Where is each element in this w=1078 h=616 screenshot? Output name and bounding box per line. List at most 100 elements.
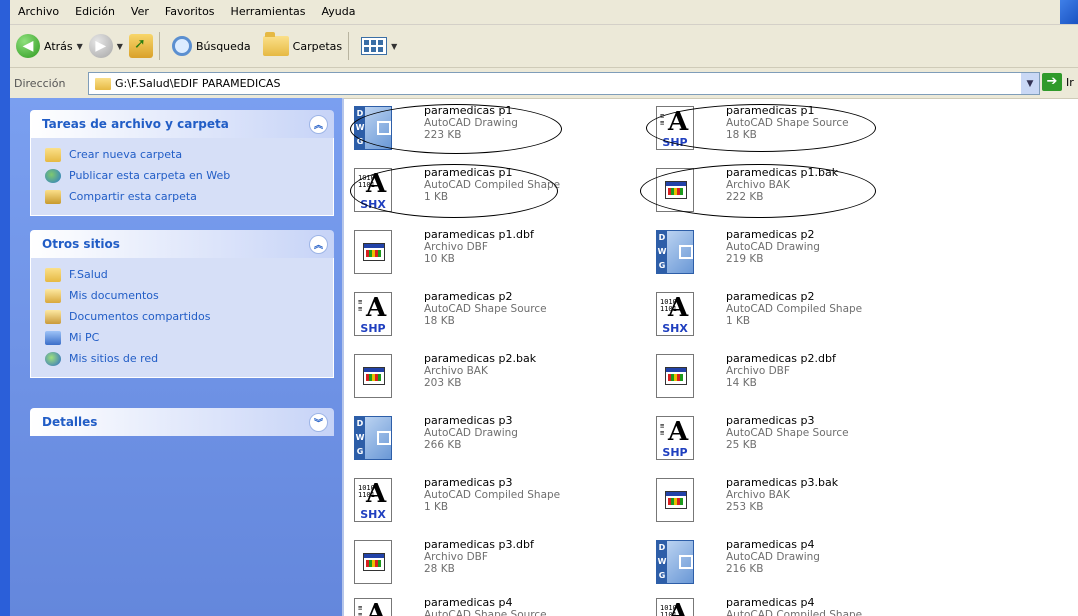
search-label: Búsqueda [195,39,251,53]
shx-icon: 10101101ASHX [656,598,694,616]
file-type: Archivo DBF [424,241,488,253]
views-icon [361,37,388,55]
up-folder-button[interactable] [128,29,153,63]
toolbar-separator [158,32,160,60]
windows-logo-icon [1060,0,1078,24]
file-item[interactable]: paramedicas p3.dbf Archivo DBF 28 KB [350,538,650,596]
menu-ayuda[interactable]: Ayuda [313,0,363,24]
file-size: 203 KB [424,377,462,389]
file-item[interactable]: D W G paramedicas p3 AutoCAD Drawing 266… [350,414,650,472]
shx-icon: 10101101ASHX [656,292,694,336]
place-fsalud[interactable]: F.Salud [31,264,333,285]
task-share-folder[interactable]: Compartir esta carpeta [31,186,333,207]
file-item[interactable]: paramedicas p2.dbf Archivo DBF 14 KB [652,352,952,410]
file-size: 219 KB [726,253,764,265]
menu-ver[interactable]: Ver [123,0,157,24]
menu-edicion[interactable]: Edición [67,0,123,24]
views-button[interactable]: ▼ [361,29,397,63]
shp-icon: ≡≡ASHP [354,598,392,616]
file-item[interactable]: paramedicas p3.bak Archivo BAK 253 KB [652,476,952,534]
network-places-icon [45,351,61,366]
annotation-ellipse [646,104,876,152]
folder-icon [45,267,61,282]
file-size: 216 KB [726,563,764,575]
task-label: Publicar esta carpeta en Web [69,169,231,182]
annotation-ellipse [640,164,876,218]
views-dropdown-icon[interactable]: ▼ [391,42,397,51]
place-label: Mis sitios de red [69,352,159,365]
menu-favoritos[interactable]: Favoritos [157,0,223,24]
file-type: AutoCAD Compiled Shape [726,303,863,315]
dbf-icon [656,354,694,398]
file-item[interactable]: ≡ ≡ A SHP paramedicas p2 AutoCAD Shape Sour… [350,290,650,348]
back-button[interactable]: ◀ Atrás ▼ [16,29,83,63]
other-places-header[interactable]: Otros sitios ︽ [30,230,334,258]
standard-toolbar: ◀ Atrás ▼ ▶ ▼ Búsqueda Carpetas ▼ [10,25,1078,68]
task-label: Compartir esta carpeta [69,190,197,203]
address-input[interactable]: G:\F.Salud\EDIF PARAMEDICAS ▼ [88,72,1040,95]
file-item[interactable]: paramedicas p1.dbf Archivo DBF 10 KB [350,228,650,286]
details-title: Detalles [42,415,98,429]
back-arrow-icon: ◀ [16,34,40,58]
file-type: AutoCAD Compiled Shape [726,609,863,616]
collapse-icon[interactable]: ︽ [309,235,328,254]
collapse-icon[interactable]: ︽ [309,115,328,134]
file-item[interactable]: ≡ ≡ A SHP paramedicas p3 AutoCAD Shape Sour… [652,414,952,472]
file-type: AutoCAD Shape Source [424,303,547,315]
publish-web-icon [45,168,61,183]
file-name: paramedicas p3.dbf [424,538,534,551]
task-new-folder[interactable]: Crear nueva carpeta [31,144,333,165]
file-size: 10 KB [424,253,455,265]
menu-archivo[interactable]: Archivo [10,0,67,24]
file-name: paramedicas p2.dbf [726,352,836,365]
window-left-edge [0,0,10,616]
folders-button[interactable]: Carpetas [262,29,342,63]
file-item[interactable]: 1010 1101 A SHX paramedicas p3 AutoCAD Comp… [350,476,650,534]
place-my-documents[interactable]: Mis documentos [31,285,333,306]
file-item[interactable]: D W G paramedicas p4 AutoCAD Drawing 216… [652,538,952,596]
file-type: Archivo DBF [726,365,790,377]
place-network-places[interactable]: Mis sitios de red [31,348,333,369]
back-dropdown-icon[interactable]: ▼ [77,42,83,51]
file-item[interactable]: 10101101ASHX paramedicas p4 AutoCAD Comp… [652,596,952,616]
file-name: paramedicas p2 [726,290,815,303]
menu-bar: Archivo Edición Ver Favoritos Herramient… [10,0,1078,25]
file-item[interactable]: 1010 1101 A SHX paramedicas p2 AutoCAD Comp… [652,290,952,348]
file-type: AutoCAD Shape Source [726,427,849,439]
file-type: AutoCAD Drawing [726,551,820,563]
annotation-ellipse [350,164,558,218]
file-tasks-header[interactable]: Tareas de archivo y carpeta ︽ [30,110,334,138]
search-button[interactable]: Búsqueda [171,29,251,63]
up-folder-icon [128,34,153,58]
forward-dropdown-icon[interactable]: ▼ [117,42,123,51]
file-item[interactable]: D W G paramedicas p2 AutoCAD Drawing 219… [652,228,952,286]
file-item[interactable]: paramedicas p2.bak Archivo BAK 203 KB [350,352,650,410]
new-folder-icon [45,147,61,162]
address-label: Dirección [14,76,66,90]
shared-documents-icon [45,309,61,324]
place-shared-documents[interactable]: Documentos compartidos [31,306,333,327]
forward-button[interactable]: ▶ ▼ [88,29,123,63]
go-button[interactable]: ➔ Ir [1042,73,1074,91]
task-publish-web[interactable]: Publicar esta carpeta en Web [31,165,333,186]
expand-icon[interactable]: ︾ [309,413,328,432]
file-size: 28 KB [424,563,455,575]
file-type: AutoCAD Shape Source [424,609,547,616]
file-name: paramedicas p4 [726,596,815,609]
task-label: Crear nueva carpeta [69,148,183,161]
details-header[interactable]: Detalles ︾ [30,408,334,436]
place-my-computer[interactable]: Mi PC [31,327,333,348]
back-label: Atrás [44,39,73,53]
file-item[interactable]: ≡≡ASHP paramedicas p4 AutoCAD Shape Sour… [350,596,650,616]
shx-icon: 10101101ASHX [354,478,392,522]
file-size: 1 KB [726,315,751,327]
task-pane-edge [342,98,344,616]
go-label: Ir [1066,75,1074,89]
other-places-panel: Otros sitios ︽ F.Salud Mis documentos Do… [30,230,334,378]
menu-herramientas[interactable]: Herramientas [223,0,314,24]
file-name: paramedicas p3 [726,414,815,427]
details-panel: Detalles ︾ [30,408,334,436]
address-dropdown-icon[interactable]: ▼ [1021,73,1039,94]
place-label: Documentos compartidos [69,310,211,323]
dwg-icon: D W G [354,416,392,460]
